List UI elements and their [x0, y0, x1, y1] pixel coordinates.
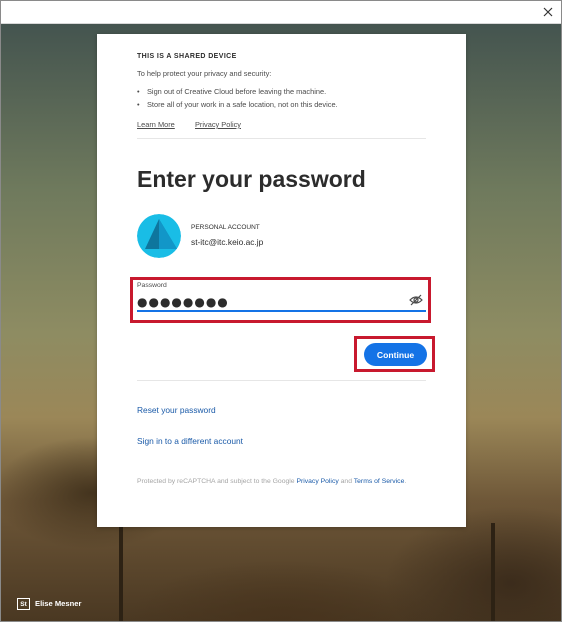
- shared-device-intro: To help protect your privacy and securit…: [137, 69, 272, 78]
- show-password-icon[interactable]: [409, 294, 423, 306]
- shared-device-title: THIS IS A SHARED DEVICE: [137, 53, 237, 60]
- avatar-icon: [137, 214, 181, 258]
- password-input[interactable]: ●●●●●●●●: [137, 295, 229, 309]
- stock-badge-icon: St: [17, 598, 30, 610]
- list-item: • Store all of your work in a safe locati…: [137, 100, 338, 109]
- learn-more-link[interactable]: Learn More: [137, 120, 175, 129]
- divider: [137, 380, 426, 381]
- account-email: st-itc@itc.keio.ac.jp: [191, 237, 264, 247]
- page-title: Enter your password: [137, 166, 366, 192]
- password-label: Password: [137, 282, 167, 289]
- app-window: THIS IS A SHARED DEVICE To help protect …: [0, 0, 562, 622]
- divider: [137, 138, 426, 139]
- recaptcha-notice: Protected by reCAPTCHA and subject to th…: [137, 478, 407, 485]
- signin-card: THIS IS A SHARED DEVICE To help protect …: [97, 34, 466, 527]
- account-type: PERSONAL ACCOUNT: [191, 224, 260, 231]
- google-privacy-policy-link[interactable]: Privacy Policy: [296, 478, 338, 485]
- password-underline: [137, 310, 426, 312]
- list-item: • Sign out of Creative Cloud before leavi…: [137, 87, 327, 96]
- privacy-policy-link[interactable]: Privacy Policy: [195, 120, 241, 129]
- close-button[interactable]: [535, 1, 561, 23]
- terms-of-service-link[interactable]: Terms of Service: [354, 478, 405, 485]
- continue-button[interactable]: Continue: [364, 343, 427, 366]
- close-icon: [543, 7, 553, 17]
- reset-password-link[interactable]: Reset your password: [137, 405, 216, 415]
- different-account-link[interactable]: Sign in to a different account: [137, 436, 243, 446]
- shared-device-list: • Sign out of Creative Cloud before leavi…: [137, 85, 338, 111]
- photographer-credit: Elise Mesner: [35, 599, 82, 608]
- title-bar: [1, 1, 561, 24]
- avatar: [137, 214, 181, 258]
